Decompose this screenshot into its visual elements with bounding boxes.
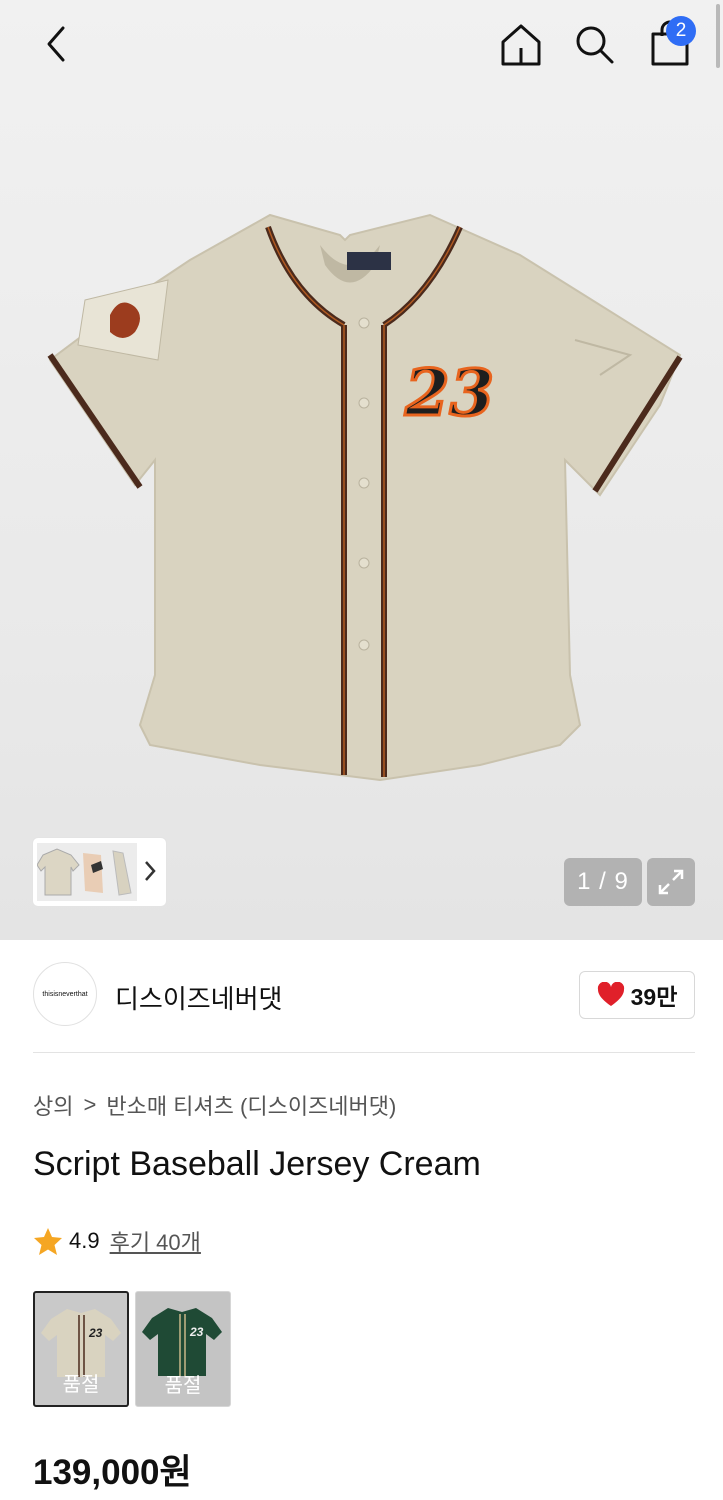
cart-button[interactable]: 2 [642, 16, 698, 70]
expand-icon [658, 869, 684, 895]
breadcrumb-separator: > [83, 1092, 97, 1117]
color-options: 23 품절 23 품절 [33, 1291, 231, 1407]
product-title: Script Baseball Jersey Cream [33, 1145, 481, 1183]
star-icon [34, 1228, 62, 1255]
brand-logo-text: thisisneverthat [42, 990, 88, 998]
color-option-cream[interactable]: 23 품절 [33, 1291, 129, 1407]
soldout-label: 품절 [62, 1374, 100, 1396]
breadcrumb: 상의 > 반소매 티셔츠 (디스이즈네버댓) [33, 1089, 396, 1121]
search-icon [576, 26, 614, 64]
breadcrumb-category[interactable]: 상의 [33, 1089, 73, 1121]
svg-text:23: 23 [404, 356, 494, 431]
brand-name[interactable]: 디스이즈네버댓 [115, 979, 282, 1016]
thumbnail-images [37, 843, 137, 901]
home-button[interactable] [494, 18, 548, 70]
image-counter: 1 / 9 [564, 858, 642, 906]
like-count: 39만 [630, 984, 678, 1010]
like-button[interactable]: 39만 [579, 971, 695, 1019]
product-image-gallery[interactable]: 23 2 1 / 9 [0, 0, 723, 940]
product-image: 23 [47, 213, 683, 782]
back-button[interactable] [30, 18, 82, 70]
search-button[interactable] [568, 18, 620, 70]
divider [33, 1052, 695, 1053]
color-option-green[interactable]: 23 품절 [135, 1291, 231, 1407]
expand-button[interactable] [647, 858, 695, 906]
breadcrumb-subcategory[interactable]: 반소매 티셔츠 (디스이즈네버댓) [106, 1089, 396, 1121]
brand-row: thisisneverthat 디스이즈네버댓 39만 [33, 962, 695, 1028]
svg-text:23: 23 [189, 1325, 204, 1339]
rating-value: 4.9 [69, 1228, 100, 1253]
product-price: 139,000원 [33, 1453, 192, 1492]
brand-logo[interactable]: thisisneverthat [33, 962, 97, 1026]
chevron-right-icon [145, 861, 156, 881]
soldout-label: 품절 [164, 1375, 202, 1397]
top-navigation-bar: 2 [0, 0, 723, 88]
chevron-left-icon [47, 26, 65, 62]
rating-row: 4.9 후기 40개 [33, 1225, 201, 1257]
home-icon [501, 24, 541, 66]
thumbnail-strip[interactable] [33, 838, 166, 906]
heart-icon [597, 982, 624, 1006]
review-link[interactable]: 후기 40개 [110, 1225, 201, 1257]
svg-text:23: 23 [88, 1326, 103, 1340]
cart-count-badge: 2 [666, 16, 696, 46]
